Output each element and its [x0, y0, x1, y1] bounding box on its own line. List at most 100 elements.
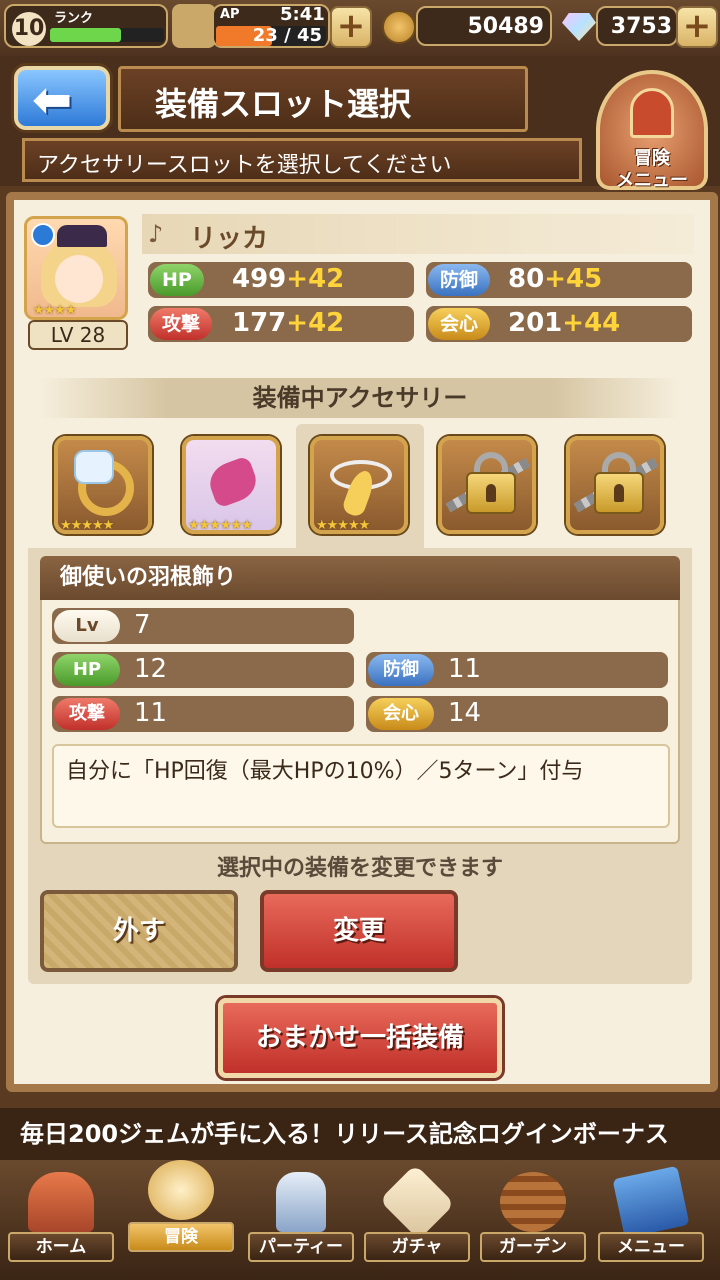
ap-panel: AP 5:41 23 / 45: [212, 4, 330, 48]
auto-equip-button[interactable]: おまかせ一括装備: [218, 998, 502, 1078]
nav-label: ホーム: [8, 1232, 114, 1262]
nav-label: パーティー: [248, 1232, 354, 1262]
character-stars: ★★★★: [33, 303, 77, 318]
stat-value: 177+42: [232, 308, 345, 338]
chess-pieces-icon: [276, 1172, 326, 1232]
nav-label: 冒険: [128, 1222, 234, 1252]
accessory-slot-4-locked[interactable]: [438, 436, 536, 534]
rank-panel: 10 ランク: [4, 4, 168, 48]
back-button[interactable]: ⬅: [14, 66, 110, 130]
stat-label: 会心: [368, 698, 434, 730]
stat-value: 12: [134, 654, 168, 684]
rank-level: 10: [12, 12, 46, 46]
book-icon: [612, 1165, 690, 1239]
nav-label: ガチャ: [364, 1232, 470, 1262]
compass-map-icon: [148, 1160, 214, 1220]
stat-value: 499+42: [232, 264, 345, 294]
char-stat-hp: HP 499+42: [148, 262, 414, 298]
ap-add-button[interactable]: +: [330, 6, 372, 48]
rank-progress-fill: [50, 28, 121, 42]
item-level-row: Lv 7: [52, 608, 354, 644]
nav-label: ガーデン: [480, 1232, 586, 1262]
accessory-slot-3-selected[interactable]: ★★★★★: [310, 436, 408, 534]
slot-stars: ★★★★★★: [188, 518, 253, 533]
basket-icon: [500, 1172, 566, 1232]
subtitle-plate: アクセサリースロットを選択してください: [22, 138, 582, 182]
title-plate: 装備スロット選択: [118, 66, 528, 132]
rank-label: ランク: [54, 11, 94, 26]
nav-garden[interactable]: ガーデン: [478, 1162, 588, 1272]
ap-icon: [172, 4, 216, 48]
nav-party[interactable]: パーティー: [246, 1162, 356, 1272]
gem-count: 3753: [610, 14, 672, 39]
gacha-dice-icon: [379, 1164, 455, 1240]
accessory-slot-5-locked[interactable]: [566, 436, 664, 534]
nav-gacha[interactable]: ガチャ: [362, 1162, 472, 1272]
slot-stars: ★★★★★: [60, 518, 114, 533]
stat-label: 防御: [368, 654, 434, 686]
stat-value: 11: [134, 698, 168, 728]
door-icon: [630, 88, 674, 138]
keyhole-icon: [486, 484, 496, 502]
item-effect-description: 自分に「HP回復（最大HPの10%）／5ターン」付与: [52, 744, 670, 828]
stat-label: 会心: [428, 308, 491, 340]
stat-value: 11: [448, 654, 482, 684]
ap-label: AP: [220, 7, 240, 22]
item-name: 御使いの羽根飾り: [40, 556, 680, 600]
nav-adventure[interactable]: 冒険: [126, 1150, 236, 1260]
coin-count: 50489: [467, 14, 544, 39]
gem-icon: [562, 13, 596, 41]
unequip-button[interactable]: 外す: [40, 890, 238, 972]
stat-label: HP: [54, 654, 120, 686]
stat-value: 14: [448, 698, 482, 728]
stat-label: HP: [150, 264, 204, 296]
item-stat-attack: 攻撃 11: [52, 696, 354, 732]
char-stat-attack: 攻撃 177+42: [148, 306, 414, 342]
nav-home[interactable]: ホーム: [6, 1162, 116, 1272]
gem-panel: 3753: [596, 6, 678, 46]
news-ticker[interactable]: 毎日200ジェムが手に入る！リリース記念ログインボーナス: [0, 1108, 720, 1160]
nav-label: メニュー: [598, 1232, 704, 1262]
element-badge-icon: [31, 223, 55, 247]
change-button[interactable]: 変更: [260, 890, 458, 972]
character-name: リッカ: [190, 224, 269, 254]
stat-label: 攻撃: [54, 698, 120, 730]
ap-value: 23 / 45: [252, 25, 322, 46]
item-stat-critical: 会心 14: [366, 696, 668, 732]
feather-ornament-icon: [204, 455, 262, 509]
stat-value: 80+45: [508, 264, 603, 294]
rank-progress-bar: [50, 28, 164, 42]
ap-timer: 5:41: [280, 4, 325, 25]
page-subtitle: アクセサリースロットを選択してください: [37, 153, 452, 178]
character-portrait[interactable]: ★★★★: [24, 216, 128, 320]
item-level-value: 7: [134, 610, 151, 640]
house-icon: [28, 1172, 94, 1232]
keyhole-icon: [614, 484, 624, 502]
music-note-icon: ♪: [148, 220, 164, 248]
item-stat-hp: HP 12: [52, 652, 354, 688]
gem-add-button[interactable]: +: [676, 6, 718, 48]
accessory-slot-2[interactable]: ★★★★★★: [182, 436, 280, 534]
stat-label: 攻撃: [150, 308, 213, 340]
nav-menu[interactable]: メニュー: [596, 1162, 706, 1272]
stat-label: 防御: [428, 264, 491, 296]
adventure-menu-button[interactable]: 冒険 メニュー: [596, 70, 708, 191]
adventure-menu-label-2: メニュー: [616, 170, 688, 191]
item-stat-defense: 防御 11: [366, 652, 668, 688]
portrait-hat: [57, 225, 107, 247]
character-name-bar: ♪ リッカ: [142, 214, 694, 254]
page-title: 装備スロット選択: [155, 85, 412, 123]
coin-panel: 50489: [416, 6, 552, 46]
back-arrow-icon: ⬅: [32, 72, 73, 128]
change-note: 選択中の装備を変更できます: [216, 856, 503, 881]
char-stat-critical: 会心 201+44: [426, 306, 692, 342]
portrait-face: [55, 255, 103, 303]
item-level-label: Lv: [54, 610, 120, 642]
character-level: LV 28: [28, 320, 128, 350]
accessory-slot-1[interactable]: ★★★★★: [54, 436, 152, 534]
slot-stars: ★★★★★: [316, 518, 370, 533]
ap-progress-bar: 23 / 45: [216, 25, 326, 46]
diamond-icon: [74, 450, 114, 484]
equipped-section-heading: 装備中アクセサリー: [40, 378, 680, 418]
coin-icon: [382, 10, 416, 44]
